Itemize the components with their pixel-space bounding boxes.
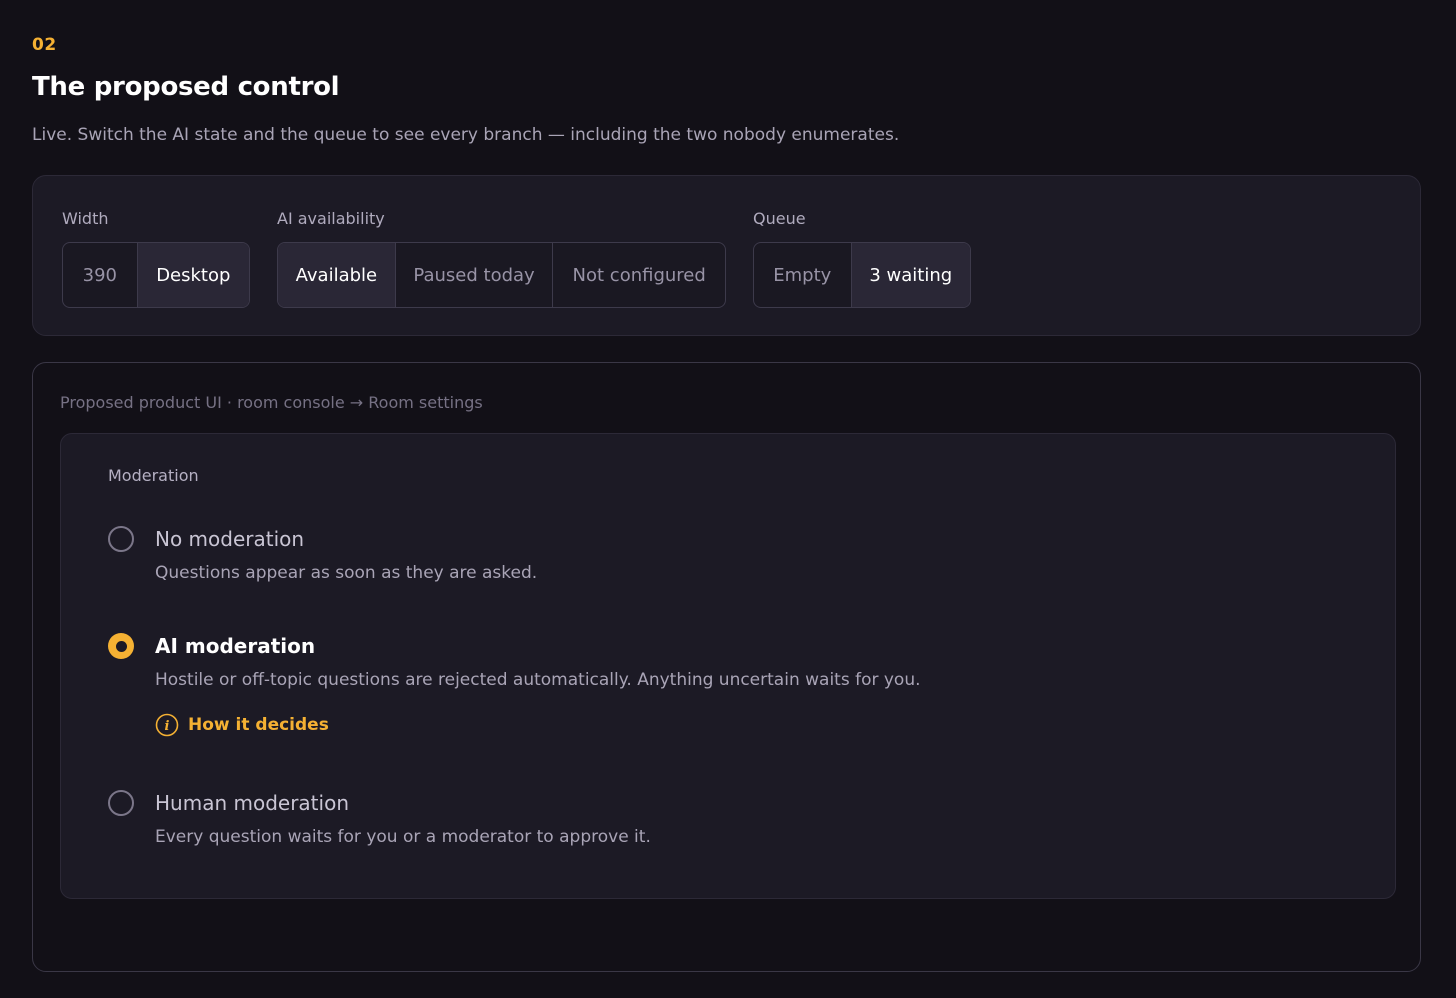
moderation-card: Moderation No moderation Questions appea…: [60, 433, 1396, 899]
how-it-decides-link[interactable]: i How it decides: [155, 713, 329, 737]
how-it-decides-label: How it decides: [188, 715, 329, 735]
page-title: The proposed control: [32, 72, 340, 102]
breadcrumb: Proposed product UI · room console → Roo…: [60, 393, 483, 412]
moderation-section-label: Moderation: [108, 466, 199, 485]
section-number: 02: [32, 35, 57, 55]
width-option-desktop[interactable]: Desktop: [137, 243, 249, 307]
option-title: AI moderation: [155, 634, 316, 658]
radio-no-moderation[interactable]: [108, 526, 134, 552]
option-title: Human moderation: [155, 791, 349, 815]
radio-ai-moderation[interactable]: [108, 633, 134, 659]
svg-text:i: i: [165, 719, 170, 734]
info-icon: i: [155, 713, 179, 737]
option-description: Hostile or off-topic questions are rejec…: [155, 670, 921, 690]
ai-option-paused-today[interactable]: Paused today: [396, 243, 554, 307]
queue-label: Queue: [753, 209, 806, 228]
preview-frame: Proposed product UI · room console → Roo…: [32, 362, 1421, 972]
page-subtitle: Live. Switch the AI state and the queue …: [32, 125, 900, 145]
ai-option-not-configured[interactable]: Not configured: [553, 243, 725, 307]
width-segmented-control: 390 Desktop: [62, 242, 250, 308]
queue-segmented-control: Empty 3 waiting: [753, 242, 971, 308]
width-label: Width: [62, 209, 109, 228]
width-option-390[interactable]: 390: [63, 243, 138, 307]
radio-human-moderation[interactable]: [108, 790, 134, 816]
ai-availability-segmented-control: Available Paused today Not configured: [277, 242, 726, 308]
queue-option-empty[interactable]: Empty: [754, 243, 852, 307]
option-ai-moderation[interactable]: AI moderation Hostile or off-topic quest…: [108, 633, 1008, 743]
page: 02 The proposed control Live. Switch the…: [0, 0, 1456, 998]
option-human-moderation[interactable]: Human moderation Every question waits fo…: [108, 790, 808, 850]
controls-panel: Width 390 Desktop AI availability Availa…: [32, 175, 1421, 336]
ai-option-available[interactable]: Available: [278, 243, 396, 307]
option-description: Every question waits for you or a modera…: [155, 827, 651, 847]
option-title: No moderation: [155, 527, 305, 551]
option-no-moderation[interactable]: No moderation Questions appear as soon a…: [108, 526, 808, 586]
ai-availability-label: AI availability: [277, 209, 385, 228]
option-description: Questions appear as soon as they are ask…: [155, 563, 538, 583]
queue-option-3-waiting[interactable]: 3 waiting: [851, 243, 970, 307]
